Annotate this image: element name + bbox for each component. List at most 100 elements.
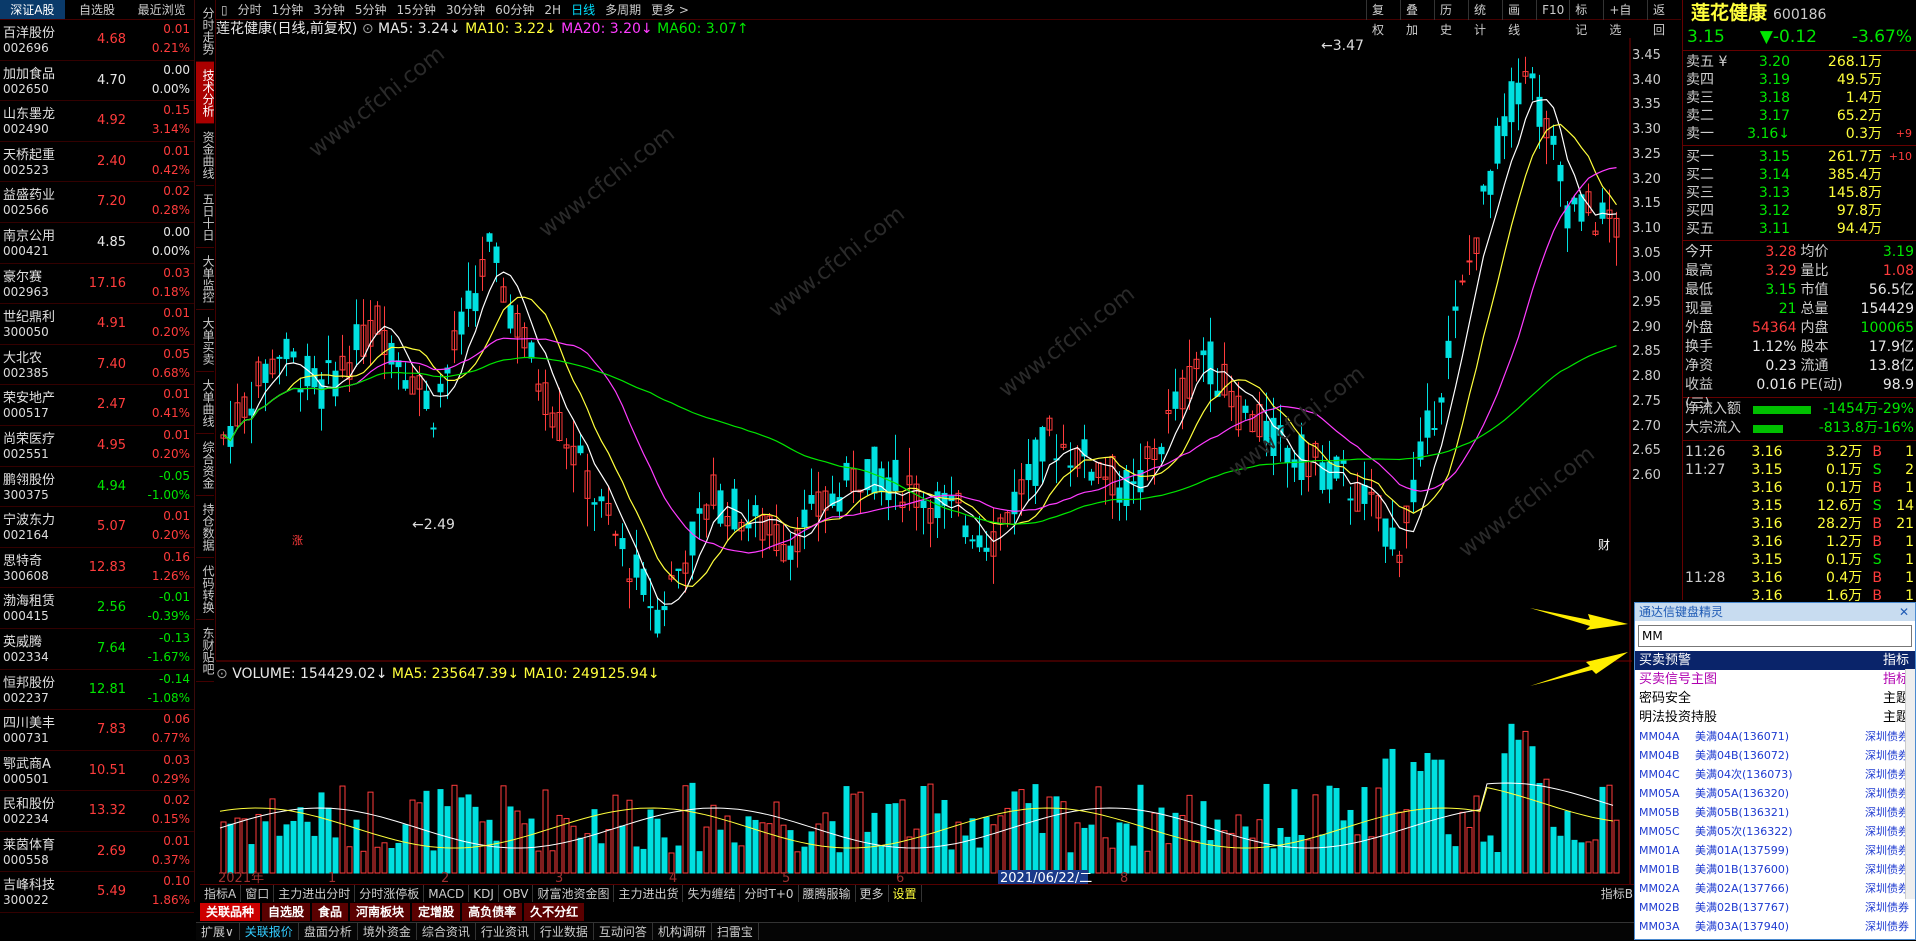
period-tab[interactable]: 60分钟: [490, 0, 539, 19]
stock-list-row[interactable]: 大北农 002385 7.40 0.05 0.68%: [0, 345, 194, 386]
period-tab[interactable]: 1分钟: [267, 0, 309, 19]
panel-toggle-icon[interactable]: ▯: [216, 0, 233, 19]
status-tab[interactable]: 盘面分析: [299, 923, 358, 940]
status-tab[interactable]: 行业资讯: [476, 923, 535, 940]
period-tab[interactable]: 多周期: [600, 0, 646, 19]
candlestick-chart[interactable]: ←3.47←2.49涨财2021年123456782021/06/22/二www…: [216, 38, 1632, 884]
indicator-tab[interactable]: 设置: [889, 885, 922, 902]
stock-list-row[interactable]: 百洋股份 002696 4.68 0.01 0.21%: [0, 20, 194, 61]
indicator-tab[interactable]: 更多: [856, 885, 889, 902]
vol-settings-icon[interactable]: ⊙: [216, 666, 232, 682]
status-tab[interactable]: 互动问答: [594, 923, 653, 940]
genie-bond-item[interactable]: MM03A 美满03A(137940) 深圳债券: [1635, 917, 1915, 936]
genie-bond-item[interactable]: MM04A 美满04A(136071) 深圳债券: [1635, 727, 1915, 746]
status-tab[interactable]: 综合资讯: [417, 923, 476, 940]
stock-list-row[interactable]: 天桥起重 002523 2.40 0.01 0.42%: [0, 142, 194, 183]
indicator-tab[interactable]: 失为缠结: [683, 885, 741, 902]
vtab-item[interactable]: 五日十日: [196, 186, 215, 248]
status-tab[interactable]: 境外资金: [358, 923, 417, 940]
vtab-item[interactable]: 资金曲线: [196, 124, 215, 186]
period-tab[interactable]: 分时: [233, 0, 267, 19]
stock-list-row[interactable]: 荣安地产 000517 2.47 0.01 0.41%: [0, 385, 194, 426]
stock-list-row[interactable]: 吉峰科技 300022 5.49 0.10 1.86%: [0, 872, 194, 914]
genie-bond-item[interactable]: MM05B 美满05B(136321) 深圳债券: [1635, 803, 1915, 822]
indicator-tab[interactable]: 腰腾服输: [799, 885, 856, 902]
genie-bond-item[interactable]: MM05C 美满05次(136322) 深圳债券: [1635, 822, 1915, 841]
popup-scrollbar[interactable]: [1905, 669, 1915, 899]
vtab-item[interactable]: 代码转换: [196, 558, 215, 620]
board-tab[interactable]: 自选股: [262, 903, 311, 921]
chart-tool-button[interactable]: 叠加: [1399, 0, 1434, 37]
chart-tool-button[interactable]: 返回: [1646, 0, 1681, 37]
period-tab[interactable]: 15分钟: [392, 0, 441, 19]
tab-watchlist[interactable]: 自选股: [65, 0, 130, 19]
stock-list-row[interactable]: 四川美丰 000731 7.83 0.06 0.77%: [0, 710, 194, 751]
indicator-tab[interactable]: 指标A: [200, 885, 242, 902]
indicator-right-tab[interactable]: 指标B: [1597, 885, 1638, 902]
board-tab[interactable]: 定增股: [412, 903, 461, 921]
stock-list-row[interactable]: 南京公用 000421 4.85 0.00 0.00%: [0, 223, 194, 264]
stock-list-row[interactable]: 山东墨龙 002490 4.92 0.15 3.14%: [0, 101, 194, 142]
chart-tool-button[interactable]: 复权: [1365, 0, 1400, 37]
board-tab[interactable]: 关联品种: [200, 903, 261, 921]
genie-result-item[interactable]: 买卖预警 指标: [1635, 651, 1915, 670]
stock-list-row[interactable]: 英威腾 002334 7.64 -0.13 -1.67%: [0, 629, 194, 670]
stock-list-row[interactable]: 宁波东力 002164 5.07 0.01 0.20%: [0, 507, 194, 548]
vtab-item[interactable]: 大单买卖: [196, 310, 215, 372]
genie-bond-item[interactable]: MM04C 美满04次(136073) 深圳债券: [1635, 765, 1915, 784]
indicator-tab[interactable]: 主力进出分时: [274, 885, 356, 902]
indicator-tab[interactable]: MACD: [424, 885, 470, 902]
indicator-tab[interactable]: 财富池资金图: [533, 885, 615, 902]
vtab-item[interactable]: 分时走势: [196, 0, 215, 62]
settings-icon[interactable]: ⊙: [362, 21, 378, 37]
chart-tool-button[interactable]: 标记: [1569, 0, 1603, 37]
genie-bond-item[interactable]: MM02A 美满02A(137766) 深圳债券: [1635, 879, 1915, 898]
period-tab[interactable]: 2H: [539, 0, 566, 19]
tab-sz-a[interactable]: 深证A股: [0, 0, 65, 19]
chart-tool-button[interactable]: 画线: [1502, 0, 1536, 37]
status-tab[interactable]: 行业数据: [535, 923, 594, 940]
period-tab[interactable]: 5分钟: [350, 0, 392, 19]
vtab-item[interactable]: 持仓数据: [196, 496, 215, 558]
chart-tool-button[interactable]: 统计: [1468, 0, 1502, 37]
stock-list-row[interactable]: 思特奇 300608 12.83 0.16 1.26%: [0, 548, 194, 589]
stock-list-row[interactable]: 民和股份 002234 13.32 0.02 0.15%: [0, 791, 194, 832]
genie-bond-item[interactable]: MM02B 美满02B(137767) 深圳债券: [1635, 898, 1915, 917]
indicator-tab[interactable]: 窗口: [241, 885, 275, 902]
genie-bond-item[interactable]: MM01B 美满01B(137600) 深圳债券: [1635, 860, 1915, 879]
stock-list-row[interactable]: 益盛药业 002566 7.20 0.02 0.28%: [0, 182, 194, 223]
genie-bond-item[interactable]: MM05A 美满05A(136320) 深圳债券: [1635, 784, 1915, 803]
genie-result-item[interactable]: 明法投资持股 主题: [1635, 708, 1915, 727]
board-tab[interactable]: 久不分红: [524, 903, 585, 921]
stock-list-row[interactable]: 加加食品 002650 4.70 0.00 0.00%: [0, 61, 194, 102]
period-tab[interactable]: 日线: [566, 0, 600, 19]
vtab-item[interactable]: 东财贴吧: [196, 620, 215, 682]
chart-tool-button[interactable]: 历史: [1434, 0, 1468, 37]
status-tab[interactable]: 机构调研: [653, 923, 712, 940]
status-tab[interactable]: 扫雷宝: [712, 923, 759, 940]
period-tab[interactable]: 30分钟: [441, 0, 490, 19]
period-tab[interactable]: 3分钟: [308, 0, 350, 19]
stock-list-row[interactable]: 鄂武商A 000501 10.51 0.03 0.29%: [0, 751, 194, 792]
vtab-item[interactable]: 综合资金: [196, 434, 215, 496]
board-tab[interactable]: 高负债率: [462, 903, 523, 921]
stock-list-row[interactable]: 鹏翎股份 300375 4.94 -0.05 -1.00%: [0, 467, 194, 508]
stock-list-row[interactable]: 恒邦股份 002237 12.81 -0.14 -1.08%: [0, 670, 194, 711]
stock-list-row[interactable]: 渤海租赁 000415 2.56 -0.01 -0.39%: [0, 588, 194, 629]
status-tab[interactable]: 扩展∨: [196, 923, 240, 940]
board-tab[interactable]: 食品: [312, 903, 349, 921]
stock-list-row[interactable]: 尚荣医疗 002551 4.95 0.01 0.20%: [0, 426, 194, 467]
stock-list-row[interactable]: 世纪鼎利 300050 4.91 0.01 0.20%: [0, 304, 194, 345]
close-icon[interactable]: ✕: [1899, 603, 1909, 621]
stock-list-row[interactable]: 豪尔赛 002963 17.16 0.03 0.18%: [0, 264, 194, 305]
indicator-tab[interactable]: 分时涨停板: [355, 885, 425, 902]
indicator-tab[interactable]: KDJ: [469, 885, 499, 902]
chart-tool-button[interactable]: F10: [1536, 0, 1569, 20]
genie-result-item[interactable]: 买卖信号主图 指标: [1635, 670, 1915, 689]
period-tab[interactable]: 更多 >: [646, 0, 694, 19]
vtab-item[interactable]: 大单监控: [196, 248, 215, 310]
chart-tool-button[interactable]: +自选: [1603, 0, 1647, 37]
stock-list-row[interactable]: 莱茵体育 000558 2.69 0.01 0.37%: [0, 832, 194, 873]
genie-bond-item[interactable]: MM04B 美满04B(136072) 深圳债券: [1635, 746, 1915, 765]
vtab-item[interactable]: 技术分析: [196, 62, 215, 124]
